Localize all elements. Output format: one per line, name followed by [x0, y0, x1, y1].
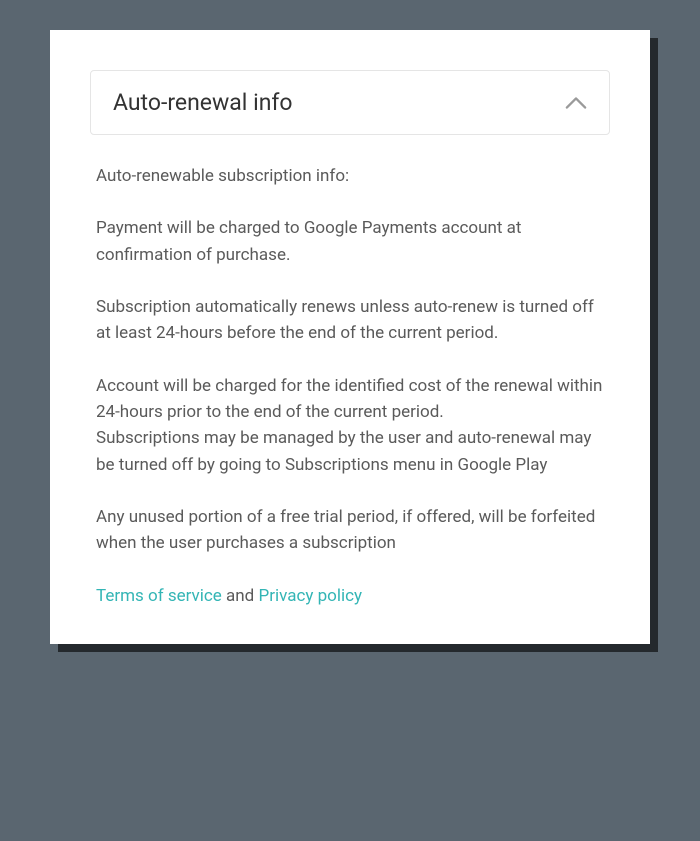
paragraph-manage: Subscriptions may be managed by the user…: [96, 425, 604, 478]
info-card: Auto-renewal info Auto-renewable subscri…: [50, 30, 650, 644]
paragraph-trial: Any unused portion of a free trial perio…: [96, 504, 604, 557]
accordion-content: Auto-renewable subscription info: Paymen…: [90, 163, 610, 609]
chevron-up-icon: [565, 92, 587, 114]
terms-of-service-link[interactable]: Terms of service: [96, 586, 222, 606]
privacy-policy-link[interactable]: Privacy policy: [258, 586, 362, 606]
links-separator: and: [222, 586, 259, 606]
accordion-title: Auto-renewal info: [113, 89, 293, 116]
accordion-header[interactable]: Auto-renewal info: [90, 70, 610, 135]
paragraph-charge: Account will be charged for the identifi…: [96, 373, 604, 426]
paragraph-renewal: Subscription automatically renews unless…: [96, 294, 604, 347]
links-line: Terms of service and Privacy policy: [96, 583, 604, 609]
paragraph-payment: Payment will be charged to Google Paymen…: [96, 215, 604, 268]
intro-text: Auto-renewable subscription info:: [96, 163, 604, 189]
